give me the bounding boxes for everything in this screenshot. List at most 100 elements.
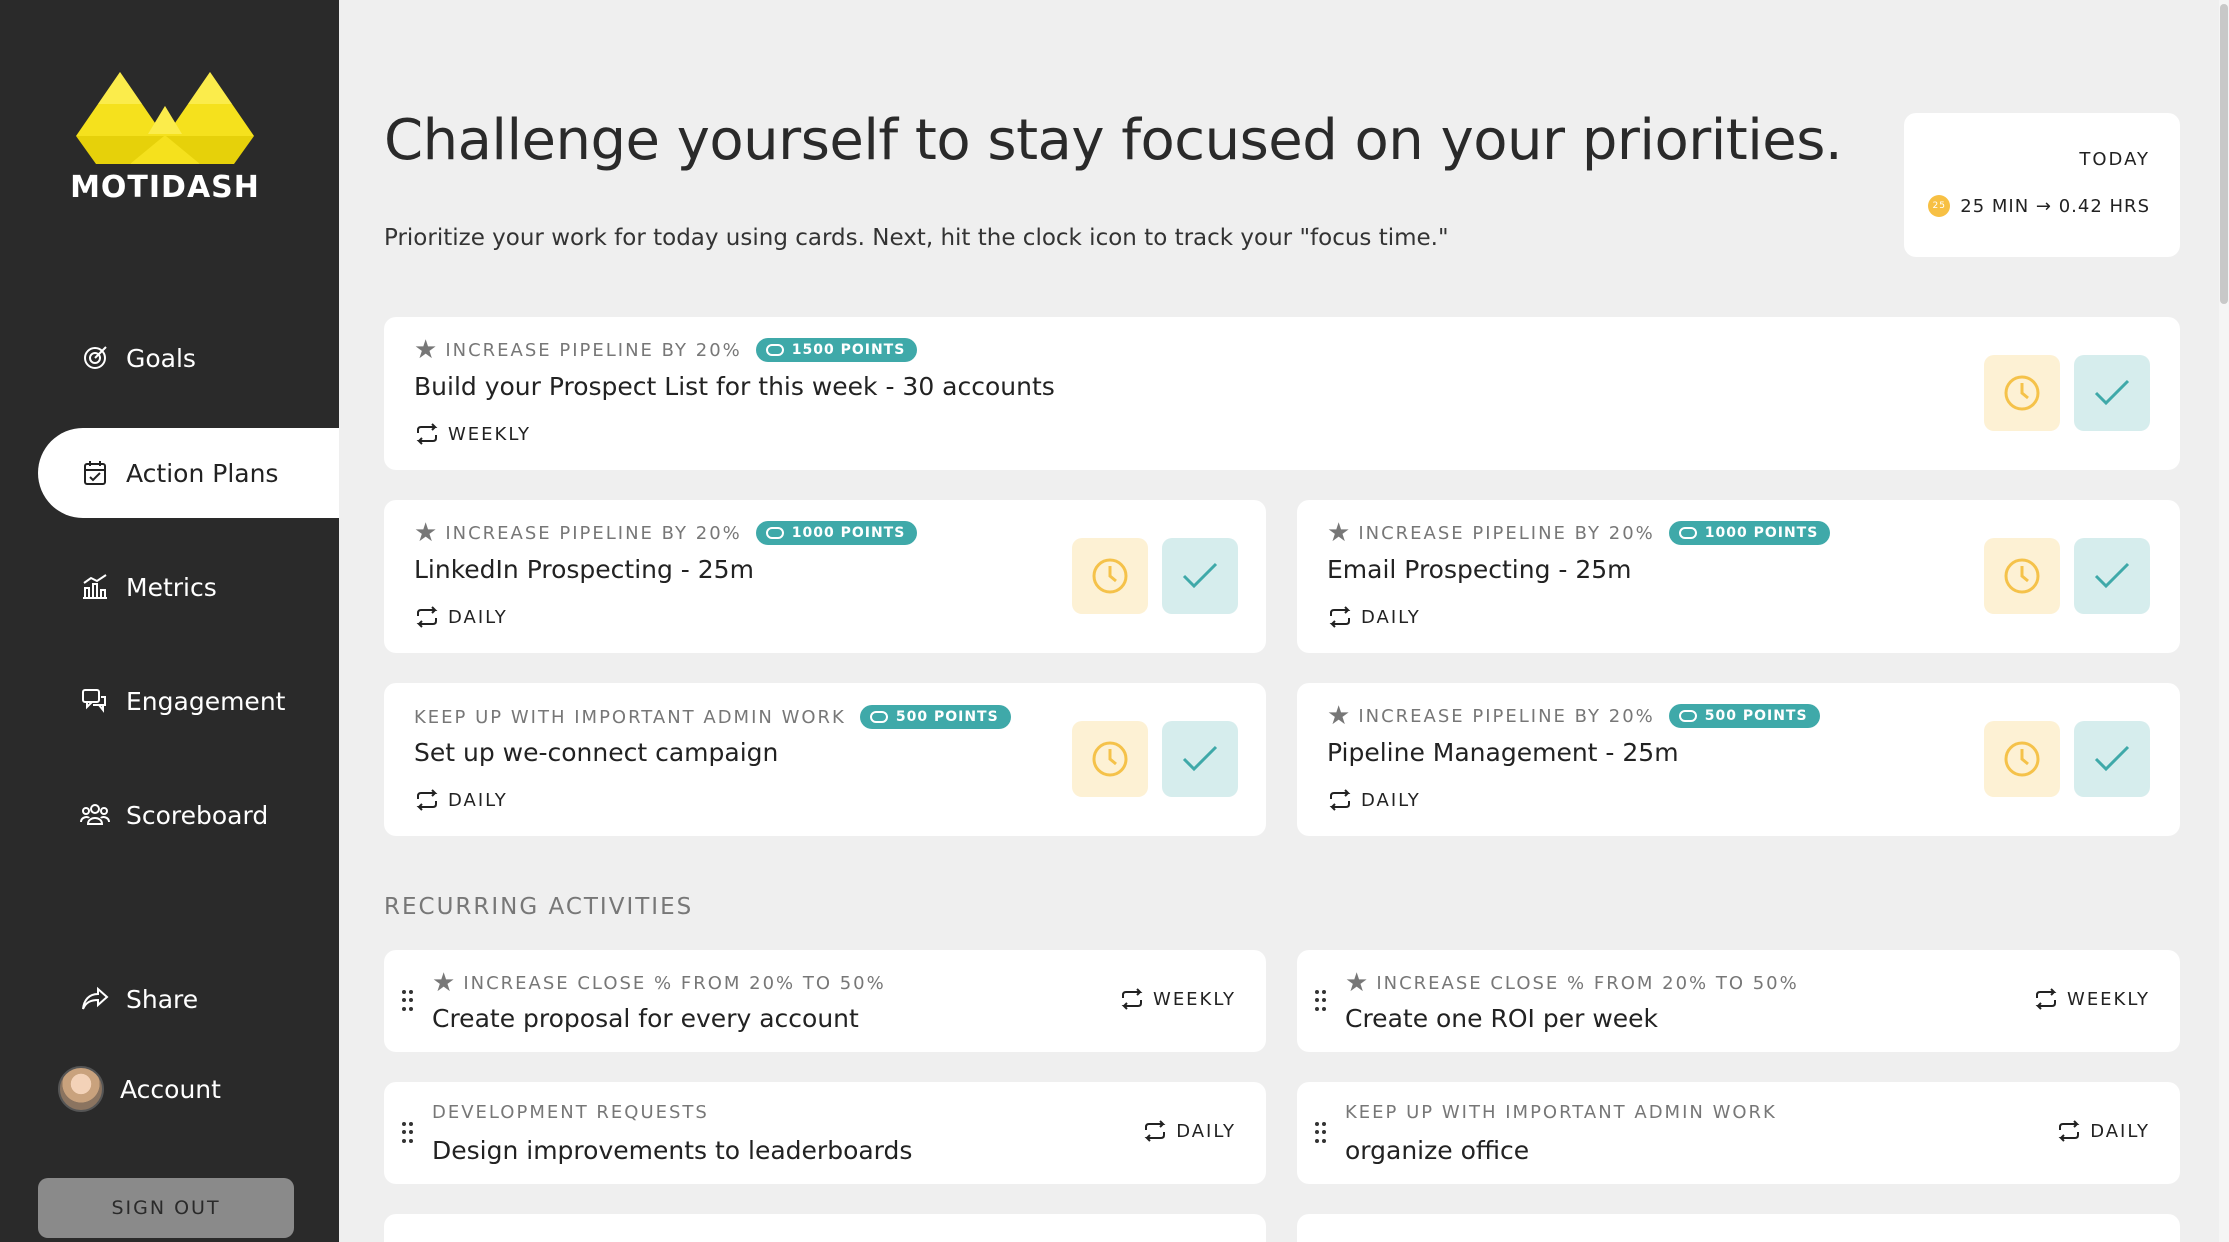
- frequency-label: DAILY: [2090, 1120, 2150, 1142]
- clock-icon: [1092, 558, 1128, 594]
- frequency-label: DAILY: [448, 606, 508, 628]
- people-icon: [80, 800, 110, 830]
- card-frequency: DAILY: [414, 789, 508, 811]
- recurring-frequency: DAILY: [1142, 1120, 1236, 1142]
- target-icon: [80, 343, 110, 373]
- focus-time-readout: 25 25 MIN → 0.42 HRS: [1928, 195, 2150, 217]
- recurring-item[interactable]: ★ INCREASE CLOSE % FROM 20% TO 50% Create…: [384, 950, 1266, 1052]
- coin-stack-icon: [765, 344, 784, 356]
- logo[interactable]: MOTIDASH: [70, 70, 260, 205]
- task-title: Set up we-connect campaign: [414, 738, 779, 767]
- brand-name: MOTIDASH: [70, 170, 260, 205]
- sidebar-item-label: Action Plans: [126, 458, 279, 488]
- focus-timer-button[interactable]: [1984, 355, 2060, 431]
- recurring-item[interactable]: [384, 1214, 1266, 1242]
- share-icon: [80, 984, 110, 1014]
- frequency-label: DAILY: [1361, 606, 1421, 628]
- action-card[interactable]: KEEP UP WITH IMPORTANT ADMIN WORK 500 PO…: [384, 683, 1266, 836]
- sidebar-item-scoreboard[interactable]: Scoreboard: [38, 770, 339, 860]
- frequency-label: DAILY: [1176, 1120, 1236, 1142]
- recurring-item[interactable]: DEVELOPMENT REQUESTS Design improvements…: [384, 1082, 1266, 1184]
- star-icon: ★: [414, 335, 438, 365]
- clock-icon: [2004, 375, 2040, 411]
- card-frequency: DAILY: [1327, 789, 1421, 811]
- clock-icon: [2004, 741, 2040, 777]
- avatar: [58, 1066, 104, 1112]
- sidebar-item-share[interactable]: Share: [38, 954, 339, 1044]
- recurring-frequency: DAILY: [2056, 1120, 2150, 1142]
- sidebar-item-account[interactable]: Account: [38, 1044, 339, 1134]
- recurring-goal: ★ INCREASE CLOSE % FROM 20% TO 50%: [432, 970, 886, 996]
- card-goal: ★ INCREASE PIPELINE BY 20% 1000 POINTS: [414, 518, 918, 548]
- coin-stack-icon: [1678, 527, 1697, 539]
- repeat-icon: [1327, 789, 1353, 811]
- complete-button[interactable]: [2074, 538, 2150, 614]
- focus-timer-button[interactable]: [1984, 721, 2060, 797]
- action-card[interactable]: ★ INCREASE PIPELINE BY 20% 500 POINTS Pi…: [1297, 683, 2180, 836]
- focus-timer-button[interactable]: [1072, 721, 1148, 797]
- action-card[interactable]: ★ INCREASE PIPELINE BY 20% 1000 POINTS E…: [1297, 500, 2180, 653]
- repeat-icon: [414, 789, 440, 811]
- complete-button[interactable]: [1162, 538, 1238, 614]
- goal-label: INCREASE PIPELINE BY 20%: [445, 522, 742, 544]
- sidebar-item-engagement[interactable]: Engagement: [38, 656, 339, 746]
- action-card[interactable]: ★ INCREASE PIPELINE BY 20% 1000 POINTS L…: [384, 500, 1266, 653]
- goal-label: DEVELOPMENT REQUESTS: [432, 1102, 709, 1123]
- sidebar-item-goals[interactable]: Goals: [38, 313, 339, 403]
- card-frequency: WEEKLY: [414, 423, 531, 445]
- repeat-icon: [1327, 606, 1353, 628]
- recurring-item[interactable]: KEEP UP WITH IMPORTANT ADMIN WORK organi…: [1297, 1082, 2180, 1184]
- focus-timer-button[interactable]: [1072, 538, 1148, 614]
- sidebar-item-metrics[interactable]: Metrics: [38, 542, 339, 632]
- drag-handle-icon[interactable]: [402, 990, 414, 1012]
- scrollbar-thumb[interactable]: [2220, 4, 2228, 304]
- star-icon: ★: [1345, 968, 1369, 998]
- repeat-icon: [414, 423, 440, 445]
- check-icon: [2094, 562, 2130, 589]
- goal-label: INCREASE CLOSE % FROM 20% TO 50%: [1376, 972, 1799, 994]
- points-badge: 1500 POINTS: [755, 338, 918, 362]
- recurring-title: organize office: [1345, 1136, 1530, 1165]
- star-icon: ★: [414, 518, 438, 548]
- sidebar-item-action-plans[interactable]: Action Plans: [38, 428, 339, 518]
- coin-stack-icon: [1678, 710, 1697, 722]
- recurring-section-title: RECURRING ACTIVITIES: [384, 894, 694, 920]
- sidebar-item-label: Scoreboard: [126, 800, 269, 830]
- frequency-label: WEEKLY: [448, 423, 531, 445]
- page-subtitle: Prioritize your work for today using car…: [384, 225, 1449, 251]
- today-summary: TODAY 25 25 MIN → 0.42 HRS: [1904, 113, 2180, 257]
- clock-icon: [2004, 558, 2040, 594]
- card-goal: KEEP UP WITH IMPORTANT ADMIN WORK 500 PO…: [414, 705, 1011, 729]
- check-icon: [1182, 745, 1218, 772]
- action-card[interactable]: ★ INCREASE PIPELINE BY 20% 1500 POINTS B…: [384, 317, 2180, 470]
- points-badge: 1000 POINTS: [1668, 521, 1831, 545]
- star-icon: ★: [432, 968, 456, 998]
- card-goal: ★ INCREASE PIPELINE BY 20% 1000 POINTS: [1327, 518, 1831, 548]
- focus-time-value: 25 MIN → 0.42 HRS: [1960, 195, 2150, 217]
- star-icon: ★: [1327, 518, 1351, 548]
- card-goal: ★ INCREASE PIPELINE BY 20% 1500 POINTS: [414, 335, 918, 365]
- focus-timer-button[interactable]: [1984, 538, 2060, 614]
- task-title: LinkedIn Prospecting - 25m: [414, 555, 754, 584]
- check-icon: [2094, 379, 2130, 406]
- goal-label: INCREASE CLOSE % FROM 20% TO 50%: [463, 972, 886, 994]
- card-frequency: DAILY: [414, 606, 508, 628]
- sidebar: MOTIDASH Goals Action Plans Metrics Enga…: [0, 0, 339, 1242]
- recurring-item[interactable]: [1297, 1214, 2180, 1242]
- complete-button[interactable]: [2074, 355, 2150, 431]
- points-label: 500 POINTS: [895, 709, 999, 725]
- sign-out-button[interactable]: SIGN OUT: [38, 1178, 294, 1238]
- points-label: 1500 POINTS: [791, 342, 906, 358]
- points-badge: 500 POINTS: [859, 705, 1011, 729]
- recurring-frequency: WEEKLY: [1119, 988, 1236, 1010]
- frequency-label: DAILY: [1361, 789, 1421, 811]
- scrollbar[interactable]: [2219, 0, 2229, 1242]
- drag-handle-icon[interactable]: [1315, 990, 1327, 1012]
- complete-button[interactable]: [2074, 721, 2150, 797]
- drag-handle-icon[interactable]: [402, 1122, 414, 1144]
- drag-handle-icon[interactable]: [1315, 1122, 1327, 1144]
- points-label: 1000 POINTS: [791, 525, 906, 541]
- complete-button[interactable]: [1162, 721, 1238, 797]
- recurring-item[interactable]: ★ INCREASE CLOSE % FROM 20% TO 50% Create…: [1297, 950, 2180, 1052]
- check-icon: [2094, 745, 2130, 772]
